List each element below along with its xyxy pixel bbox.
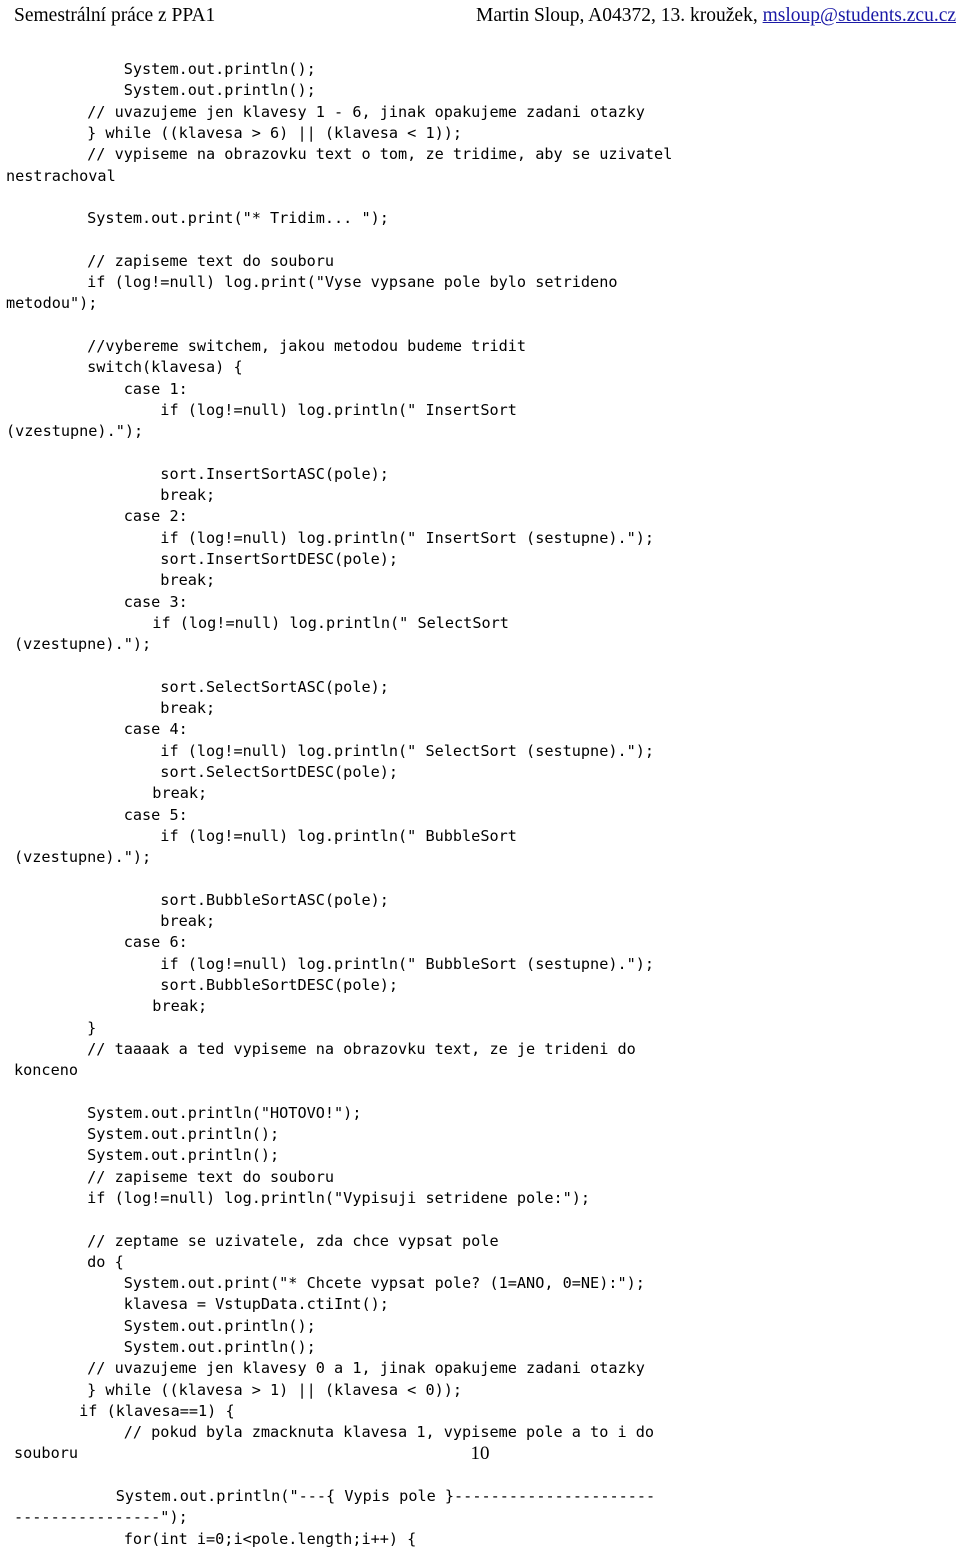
code-line: System.out.println("---{ Vypis pole }---… bbox=[6, 1487, 656, 1506]
document-title: Semestrální práce z PPA1 bbox=[14, 5, 216, 26]
code-line: break; bbox=[6, 997, 208, 1016]
code-line: if (log!=null) log.println("Vypisuji set… bbox=[14, 1188, 591, 1207]
code-line: // zeptame se uzivatele, zda chce vypsat… bbox=[14, 1231, 499, 1250]
author-info: Martin Sloup, A04372, 13. kroužek, mslou… bbox=[476, 4, 958, 28]
page-header: Semestrální práce z PPA1 Martin Sloup, A… bbox=[0, 0, 960, 34]
code-line: break; bbox=[14, 486, 216, 505]
code-line: if (log!=null) log.println(" InsertSort bbox=[14, 400, 517, 419]
code-line: sort.SelectSortASC(pole); bbox=[14, 677, 389, 696]
code-line: // zapiseme text do souboru bbox=[14, 1167, 335, 1186]
code-line: metodou"); bbox=[6, 294, 98, 313]
code-line: if (log!=null) log.println(" BubbleSort … bbox=[14, 954, 655, 973]
code-line: break; bbox=[14, 571, 216, 590]
code-line: (vzestupne)."); bbox=[14, 848, 152, 867]
code-line: break; bbox=[14, 699, 216, 718]
code-line: sort.BubbleSortDESC(pole); bbox=[14, 975, 399, 994]
code-line: sort.InsertSortDESC(pole); bbox=[14, 550, 399, 569]
code-line: // taaaak a ted vypiseme na obrazovku te… bbox=[14, 1039, 636, 1058]
code-listing: System.out.println(); System.out.println… bbox=[0, 59, 960, 1550]
code-line: sort.SelectSortDESC(pole); bbox=[14, 762, 399, 781]
code-line: switch(klavesa) { bbox=[14, 358, 243, 377]
code-line: case 2: bbox=[14, 507, 188, 526]
code-line: System.out.print("* Tridim... "); bbox=[14, 209, 389, 228]
code-line: for(int i=0;i<pole.length;i++) { bbox=[14, 1529, 417, 1548]
code-line: System.out.println(); bbox=[14, 1338, 316, 1356]
code-line: // pokud byla zmacknuta klavesa 1, vypis… bbox=[14, 1423, 655, 1442]
code-line: if (log!=null) log.println(" SelectSort … bbox=[14, 741, 655, 760]
code-line: System.out.println(); bbox=[14, 1316, 316, 1335]
code-line: // uvazujeme jen klavesy 1 - 6, jinak op… bbox=[14, 102, 645, 121]
code-line: sort.BubbleSortASC(pole); bbox=[14, 890, 389, 909]
code-line: ----------------"); bbox=[14, 1508, 188, 1527]
code-line: case 5: bbox=[14, 805, 188, 824]
code-line: if (log!=null) log.println(" SelectSort bbox=[6, 613, 509, 632]
code-line: } bbox=[14, 1018, 97, 1037]
code-line: System.out.println(); bbox=[14, 81, 316, 100]
code-line: System.out.println(); bbox=[14, 1146, 280, 1165]
code-line: case 6: bbox=[14, 933, 188, 952]
code-line: if (log!=null) log.println(" BubbleSort bbox=[14, 826, 517, 845]
code-line: klavesa = VstupData.ctiInt(); bbox=[14, 1295, 389, 1314]
code-line: } while ((klavesa > 1) || (klavesa < 0))… bbox=[14, 1380, 463, 1399]
code-line: // vypiseme na obrazovku text o tom, ze … bbox=[14, 145, 673, 164]
code-line: } while ((klavesa > 6) || (klavesa < 1))… bbox=[14, 124, 463, 143]
code-line: System.out.println("HOTOVO!"); bbox=[14, 1103, 362, 1122]
code-line: if (klavesa==1) { bbox=[6, 1401, 235, 1420]
code-line: sort.InsertSortASC(pole); bbox=[14, 464, 389, 483]
code-line: konceno bbox=[14, 1061, 79, 1080]
author-email-link[interactable]: msloup@students.zcu.cz bbox=[763, 5, 956, 26]
code-line: break; bbox=[14, 912, 216, 931]
code-line: System.out.print("* Chcete vypsat pole? … bbox=[14, 1274, 645, 1293]
code-line: // zapiseme text do souboru bbox=[14, 251, 335, 270]
page-number: 10 bbox=[470, 1443, 490, 1464]
code-line: case 3: bbox=[14, 592, 188, 611]
code-line: (vzestupne)."); bbox=[14, 635, 152, 654]
code-line: System.out.println(); bbox=[14, 60, 316, 79]
code-line: //vybereme switchem, jakou metodou budem… bbox=[14, 337, 527, 356]
code-line: // uvazujeme jen klavesy 0 a 1, jinak op… bbox=[14, 1359, 645, 1378]
code-line: System.out.println(); bbox=[14, 1125, 280, 1144]
code-line: (vzestupne)."); bbox=[6, 422, 144, 441]
code-line: do { bbox=[14, 1252, 124, 1271]
code-line: if (log!=null) log.println(" InsertSort … bbox=[14, 528, 655, 547]
code-line: if (log!=null) log.print("Vyse vypsane p… bbox=[14, 273, 618, 292]
code-line: case 1: bbox=[14, 379, 188, 398]
code-line: nestrachoval bbox=[6, 166, 116, 185]
code-line: case 4: bbox=[14, 720, 188, 739]
author-name-id: Martin Sloup, A04372, 13. kroužek, bbox=[476, 5, 763, 26]
code-line: break; bbox=[6, 784, 208, 803]
